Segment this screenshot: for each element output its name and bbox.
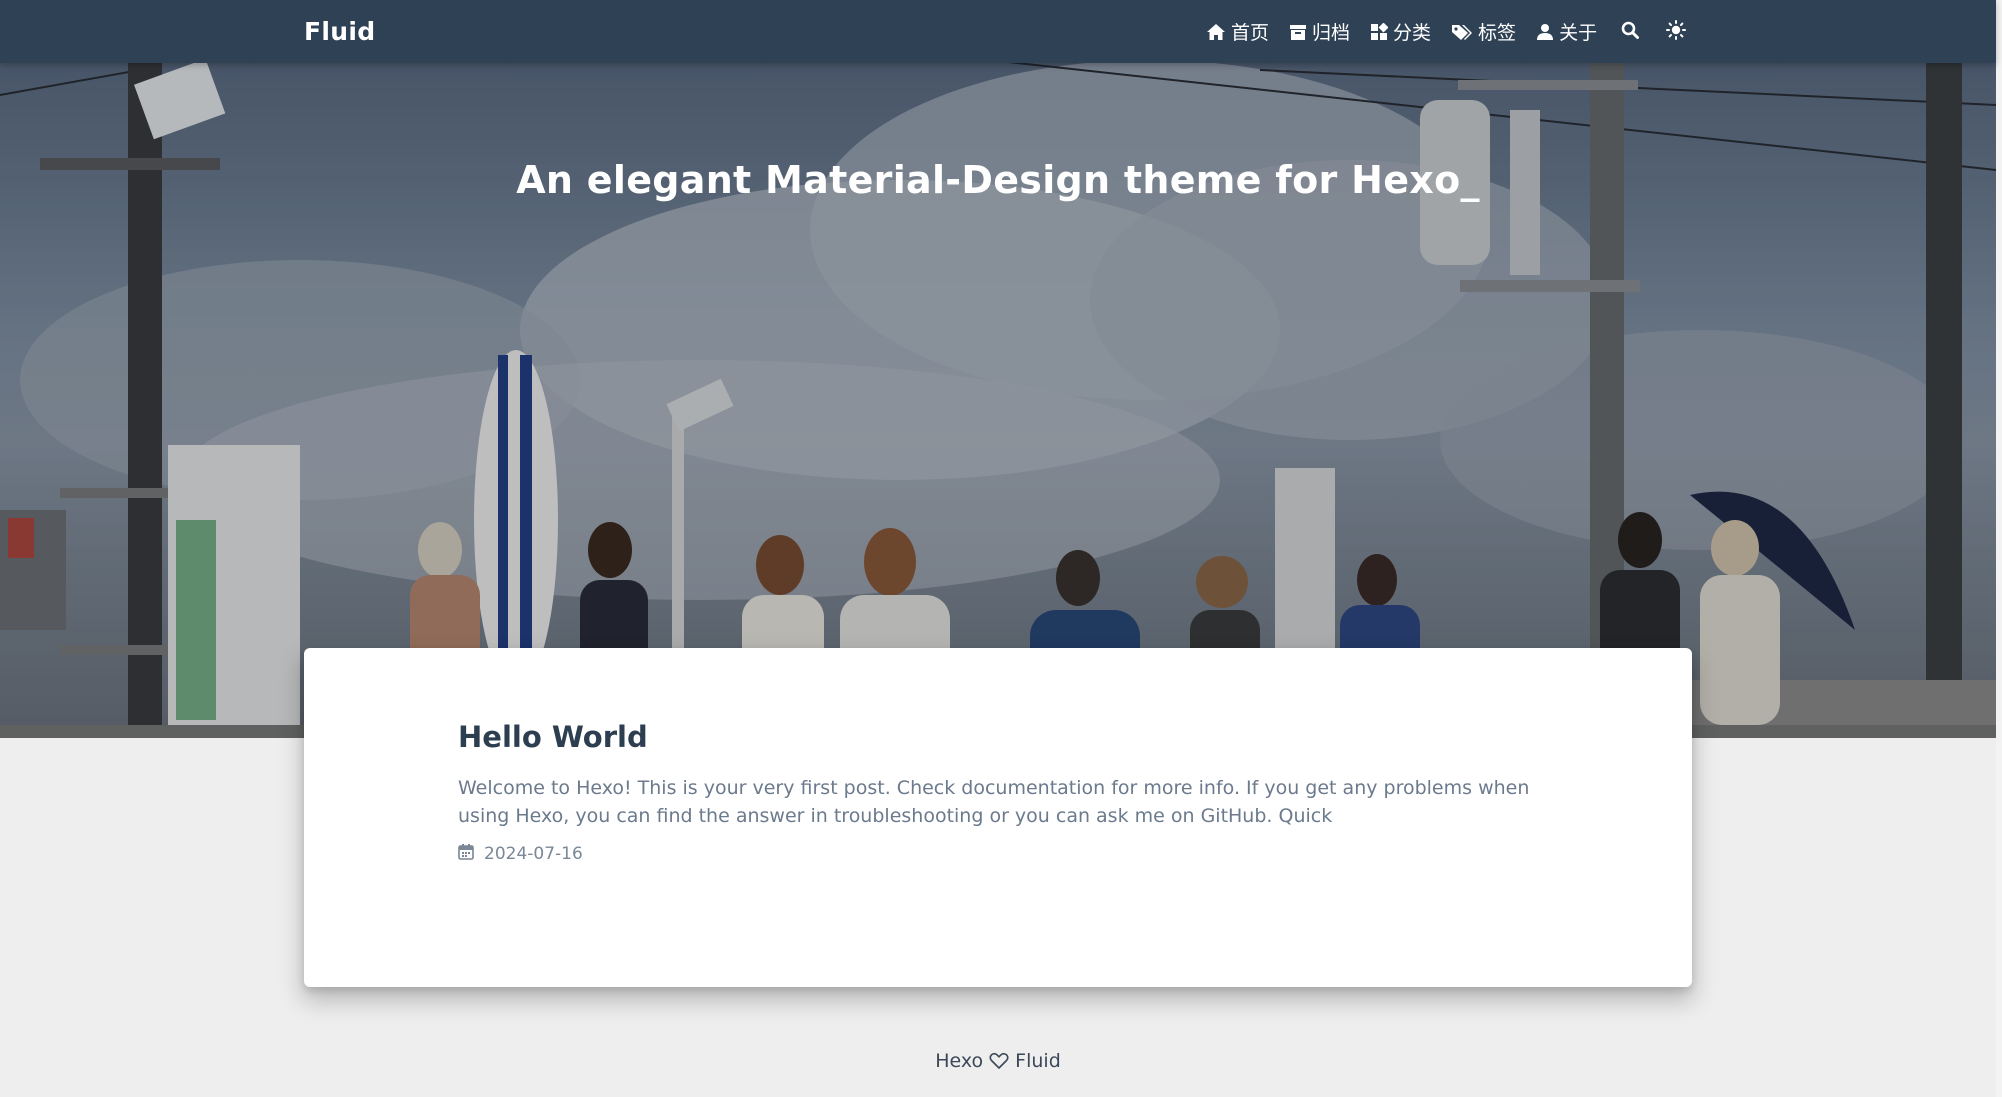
search-icon [1621,21,1640,43]
nav-item-home[interactable]: 首页 [1206,18,1269,45]
banner-mask [0,0,1996,738]
post-date: 2024-07-16 [484,844,583,864]
sun-icon [1666,19,1687,44]
nav-item-about[interactable]: 关于 [1536,18,1597,45]
nav-item-tags[interactable]: 标签 [1451,18,1516,45]
post-meta: 2024-07-16 [458,843,583,865]
nav-item-categories[interactable]: 分类 [1370,18,1431,45]
theme-toggle-button[interactable] [1663,17,1689,47]
banner-title: An elegant Material-Design theme for Hex… [516,158,1480,202]
tag-icon [1451,23,1473,41]
calendar-icon [458,843,474,865]
footer-link-hexo[interactable]: Hexo [935,1050,983,1072]
navbar: Fluid 首页 归档 分类 标签 关于 [0,0,1996,63]
nav-item-label: 关于 [1559,22,1598,44]
page: Fluid 首页 归档 分类 标签 关于 An elegant Material… [0,0,2002,1097]
home-icon [1206,23,1226,41]
nav-item-label: 首页 [1231,22,1270,44]
user-icon [1536,23,1554,41]
navbar-brand[interactable]: Fluid [304,17,375,46]
archive-icon [1289,23,1307,41]
heart-icon [989,1052,1009,1075]
navbar-menu: 首页 归档 分类 标签 关于 [1206,0,1689,63]
post-card: Hello World Welcome to Hexo! This is you… [304,648,1692,987]
banner-image [0,0,1996,738]
nav-item-label: 分类 [1393,22,1432,44]
scrollbar-track[interactable] [1996,0,2002,1097]
footer: Hexo Fluid [0,1050,1996,1075]
footer-link-fluid[interactable]: Fluid [1015,1050,1061,1072]
post-title[interactable]: Hello World [458,720,648,754]
nav-item-label: 标签 [1478,22,1517,44]
post-excerpt[interactable]: Welcome to Hexo! This is your very first… [458,774,1538,830]
search-button[interactable] [1617,17,1643,47]
category-icon [1370,22,1389,41]
nav-item-archive[interactable]: 归档 [1289,18,1350,45]
nav-item-label: 归档 [1312,22,1351,44]
